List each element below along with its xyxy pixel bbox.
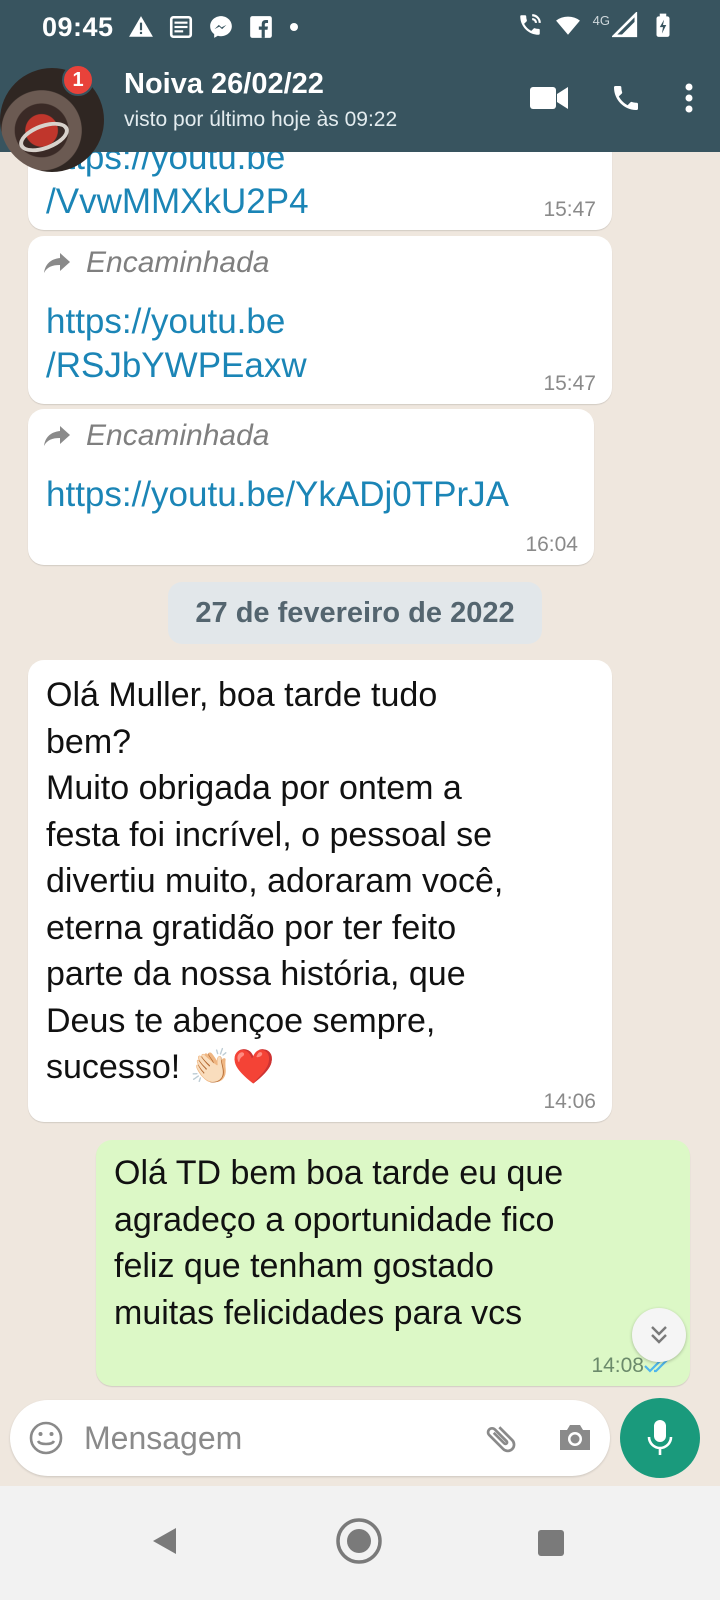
back-icon[interactable] bbox=[150, 1526, 178, 1561]
text-line: sucesso! 👏🏻❤️ bbox=[46, 1048, 275, 1086]
unread-badge: 1 bbox=[62, 64, 94, 96]
status-bar: 09:45 4G bbox=[0, 0, 720, 56]
text-line: Muito obrigada por ontem a bbox=[46, 769, 462, 807]
link-line: https://youtu.be bbox=[46, 302, 286, 341]
status-notification-icons bbox=[128, 14, 298, 40]
battery-charging-icon bbox=[656, 13, 670, 37]
scroll-to-bottom-button[interactable] bbox=[632, 1308, 686, 1362]
wifi-icon bbox=[555, 16, 580, 35]
message-bubble-incoming[interactable]: Olá Muller, boa tarde tudo bem? Muito ob… bbox=[28, 660, 612, 1122]
wifi-calling-icon bbox=[519, 14, 541, 35]
message-text: Olá Muller, boa tarde tudo bem? Muito ob… bbox=[46, 672, 503, 1091]
phone-call-icon[interactable] bbox=[610, 82, 642, 114]
chat-header: 1 Noiva 26/02/22 visto por último hoje à… bbox=[0, 56, 720, 172]
status-time: 09:45 bbox=[42, 12, 114, 42]
network-type-label: 4G bbox=[592, 12, 610, 28]
message-composer bbox=[10, 1400, 610, 1476]
contact-name[interactable]: Noiva 26/02/22 bbox=[124, 68, 324, 101]
message-input[interactable] bbox=[84, 1420, 464, 1457]
last-seen-status: visto por último hoje às 09:22 bbox=[124, 108, 398, 131]
message-time: 16:04 bbox=[525, 533, 578, 556]
date-separator: 27 de fevereiro de 2022 bbox=[168, 582, 542, 644]
recents-icon[interactable] bbox=[538, 1530, 564, 1556]
message-link[interactable]: https://youtu.be/YkADj0TPrJA bbox=[46, 473, 509, 517]
text-line: agradeço a oportunidade fico bbox=[114, 1200, 555, 1239]
alert-icon bbox=[129, 16, 153, 37]
facebook-icon bbox=[250, 16, 272, 38]
message-link[interactable]: https://youtu.be /RSJbYWPEaxw bbox=[46, 300, 307, 388]
text-line: muitas felicidades para vcs bbox=[114, 1293, 523, 1332]
message-time: 15:47 bbox=[543, 372, 596, 395]
link-line: /RSJbYWPEaxw bbox=[46, 346, 307, 385]
forwarded-label: Encaminhada bbox=[42, 419, 269, 453]
forward-arrow-icon bbox=[44, 253, 70, 273]
text-line: festa foi incrível, o pessoal se bbox=[46, 815, 493, 854]
camera-icon[interactable] bbox=[556, 1420, 594, 1461]
message-time: 15:47 bbox=[543, 198, 596, 221]
forward-arrow-icon bbox=[44, 426, 70, 446]
status-system-icons: 4G bbox=[517, 12, 676, 38]
text-line: parte da nossa história, que bbox=[46, 955, 466, 993]
message-bubble-incoming[interactable]: https://youtu.be /VvwMMXkU2P4 15:47 bbox=[28, 152, 612, 230]
message-bubble-incoming[interactable]: Encaminhada https://youtu.be/YkADj0TPrJA… bbox=[28, 409, 594, 565]
message-text: Olá TD bem boa tarde eu que agradeço a o… bbox=[114, 1150, 563, 1336]
text-line: eterna gratidão por ter feito bbox=[46, 908, 457, 947]
text-line: Deus te abençoe sempre, bbox=[46, 1001, 436, 1040]
signal-icon bbox=[612, 12, 638, 38]
attachment-icon[interactable] bbox=[482, 1420, 520, 1463]
forwarded-text: Encaminhada bbox=[86, 419, 270, 452]
text-line: divertiu muito, adoraram você, bbox=[46, 862, 504, 900]
top-bar: 09:45 4G 1 Noiva 26/02/22 visto por últi… bbox=[0, 0, 720, 172]
double-chevron-down-icon bbox=[651, 1326, 667, 1344]
news-icon bbox=[169, 15, 193, 39]
header-actions bbox=[530, 82, 694, 114]
forwarded-text: Encaminhada bbox=[86, 246, 270, 279]
video-call-icon[interactable] bbox=[530, 83, 568, 113]
message-time: 14:06 bbox=[543, 1090, 596, 1113]
dot-icon bbox=[290, 23, 298, 31]
messenger-icon bbox=[210, 16, 232, 38]
message-time: 14:08 bbox=[591, 1354, 644, 1377]
system-navigation-bar bbox=[0, 1486, 720, 1600]
link-line: /VvwMMXkU2P4 bbox=[46, 182, 309, 221]
message-bubble-outgoing[interactable]: Olá TD bem boa tarde eu que agradeço a o… bbox=[96, 1140, 690, 1386]
message-list[interactable]: https://youtu.be /VvwMMXkU2P4 15:47 Enca… bbox=[0, 152, 720, 1392]
text-line: Olá Muller, boa tarde tudo bbox=[46, 676, 438, 714]
home-icon[interactable] bbox=[334, 1516, 384, 1571]
text-line: feliz que tenham gostado bbox=[114, 1247, 494, 1285]
link-line: https://youtu.be/YkADj0TPrJA bbox=[46, 475, 509, 514]
message-link[interactable]: https://youtu.be /VvwMMXkU2P4 bbox=[46, 152, 309, 224]
more-vert-icon[interactable] bbox=[684, 82, 694, 114]
text-line: Olá TD bem boa tarde eu que bbox=[114, 1154, 564, 1192]
microphone-icon bbox=[647, 1420, 673, 1455]
text-line: bem? bbox=[46, 722, 132, 761]
voice-message-button[interactable] bbox=[620, 1398, 700, 1478]
forwarded-label: Encaminhada bbox=[42, 246, 269, 280]
emoji-icon[interactable] bbox=[28, 1420, 64, 1461]
message-bubble-incoming[interactable]: Encaminhada https://youtu.be /RSJbYWPEax… bbox=[28, 236, 612, 404]
